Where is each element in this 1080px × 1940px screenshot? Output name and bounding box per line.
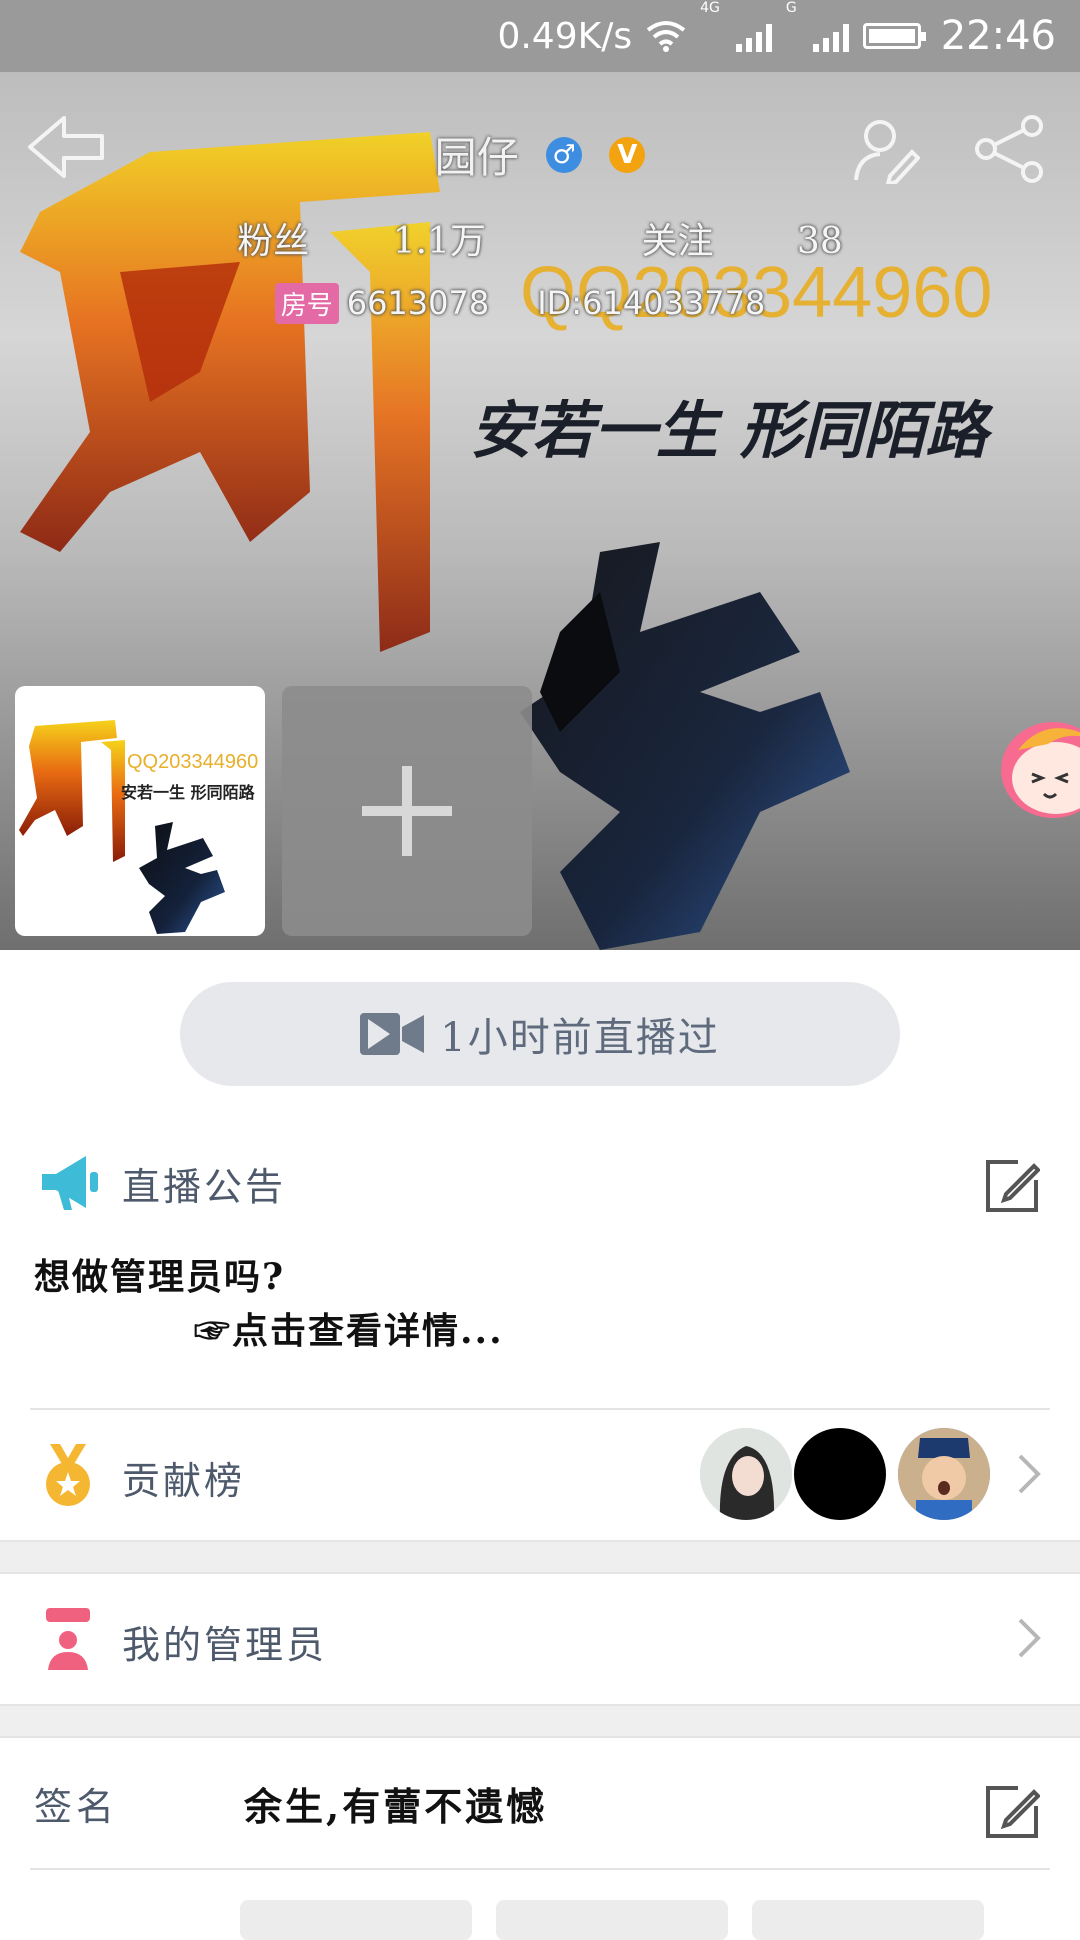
fans-stat[interactable]: 粉丝 1.1万 xyxy=(201,221,522,262)
mascot-icon[interactable] xyxy=(998,710,1080,820)
announcement-title: 直播公告 xyxy=(122,1165,287,1209)
signature-label: 签名 xyxy=(34,1785,119,1829)
live-history-button[interactable]: 1小时前直播过 xyxy=(180,982,900,1086)
gender-male-badge: ♂ xyxy=(546,136,582,173)
photo-thumbnail-image: QQ203344960 安若一生 形同陌路 xyxy=(19,720,258,934)
section-separator xyxy=(0,1704,1080,1738)
announcement-line-1: 想做管理员吗? xyxy=(34,1256,286,1298)
live-history-label: 1小时前直播过 xyxy=(440,1015,720,1061)
fans-count: 1.1万 xyxy=(392,221,486,262)
tag-chip[interactable] xyxy=(496,1900,728,1940)
announcement-line-2: ☞点击查看详情... xyxy=(194,1310,504,1352)
profile-cover[interactable]: QQ203344960 安若一生 形同陌路 园仔 ♂ V 粉丝 1.1万 关注 … xyxy=(0,72,1080,950)
add-photo-button[interactable] xyxy=(282,686,532,936)
network-type-label: 4G xyxy=(700,0,720,16)
photo-thumbnail[interactable]: QQ203344960 安若一生 形同陌路 xyxy=(15,686,265,936)
edit-announcement-icon[interactable] xyxy=(984,1158,1040,1214)
nickname: 园仔 xyxy=(434,133,519,182)
contributor-avatar-1[interactable] xyxy=(700,1428,792,1520)
contributor-avatar-2[interactable] xyxy=(794,1428,886,1520)
wifi-icon xyxy=(646,21,686,52)
room-row: 房号 6613078 ID:614033778 xyxy=(0,282,1080,324)
megaphone-icon xyxy=(42,1156,98,1210)
cover-slogan-text: 安若一生 形同陌路 xyxy=(470,394,994,467)
svg-text:QQ203344960: QQ203344960 xyxy=(127,751,258,773)
stats-row: 粉丝 1.1万 关注 38 xyxy=(0,212,1080,264)
my-admins-title: 我的管理员 xyxy=(122,1623,328,1667)
network-speed: 0.49K/s xyxy=(497,15,633,57)
section-separator xyxy=(0,1540,1080,1574)
edit-profile-icon[interactable] xyxy=(850,114,920,184)
admin-icon xyxy=(46,1608,90,1670)
announcement-body[interactable]: 想做管理员吗? ☞点击查看详情... xyxy=(34,1250,504,1358)
contribution-rank-title: 贡献榜 xyxy=(122,1459,246,1503)
chevron-right-icon xyxy=(1018,1618,1041,1658)
share-icon[interactable] xyxy=(974,114,1046,184)
medal-icon xyxy=(46,1444,90,1506)
status-bar: 0.49K/s 4G G 22:46 xyxy=(0,0,1080,72)
room-number: 6613078 xyxy=(346,284,490,322)
user-id: ID:614033778 xyxy=(537,284,766,322)
room-number-tag: 房号 xyxy=(274,282,339,324)
network-type-label-2: G xyxy=(785,0,797,16)
divider xyxy=(30,1408,1050,1410)
follow-count: 38 xyxy=(796,221,843,262)
signal-2-icon xyxy=(812,20,849,52)
tag-chip[interactable] xyxy=(240,1900,472,1940)
clock: 22:46 xyxy=(940,13,1056,59)
contributor-avatar-3[interactable] xyxy=(898,1428,990,1520)
video-camera-icon xyxy=(360,1013,425,1055)
divider xyxy=(30,1868,1050,1870)
tag-chip[interactable] xyxy=(752,1900,984,1940)
svg-text:安若一生 形同陌路: 安若一生 形同陌路 xyxy=(121,783,256,802)
edit-signature-icon[interactable] xyxy=(984,1784,1040,1840)
chevron-right-icon xyxy=(1018,1454,1041,1494)
follow-stat[interactable]: 关注 38 xyxy=(605,221,878,262)
vip-badge: V xyxy=(609,136,646,173)
battery-icon xyxy=(862,23,926,49)
signal-1-icon xyxy=(735,20,772,52)
signature-value: 余生,有蕾不遗憾 xyxy=(244,1784,548,1829)
